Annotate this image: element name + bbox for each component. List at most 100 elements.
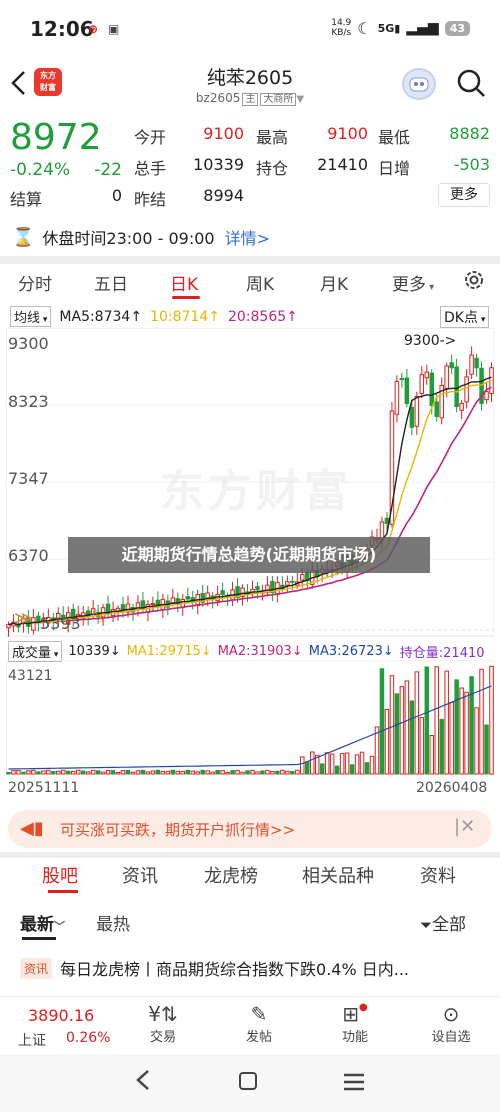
nav-functions[interactable]: ⊞● 功能 bbox=[325, 1002, 385, 1045]
vol-ma2: MA2:31903↓ bbox=[217, 644, 303, 659]
volume-bar bbox=[489, 665, 494, 775]
guba-underline bbox=[48, 890, 78, 893]
tab-weekly-k[interactable]: 周K bbox=[246, 270, 274, 295]
volume-bar bbox=[369, 755, 375, 775]
system-back-icon[interactable] bbox=[134, 1068, 152, 1096]
high-value: 9100 bbox=[327, 124, 368, 143]
close-banner-icon[interactable]: |✕ bbox=[454, 816, 475, 837]
volume-bar bbox=[70, 771, 76, 775]
volume-bar bbox=[26, 770, 31, 775]
volume-bar bbox=[275, 770, 280, 775]
volume-bar bbox=[235, 769, 240, 775]
volume-bar bbox=[56, 770, 61, 775]
volume-bar bbox=[95, 770, 101, 775]
tab-daily-k[interactable]: 日K bbox=[170, 270, 198, 295]
more-dots-icon: ⊙ bbox=[442, 1002, 460, 1026]
candle-body bbox=[399, 378, 405, 381]
double-arrow-left-icon[interactable]: ≫ bbox=[14, 608, 33, 629]
open-value: 9100 bbox=[203, 124, 244, 143]
sort-latest[interactable]: 最新﹀ bbox=[20, 910, 65, 935]
ma-indicator-row: 均线 ▾ MA5:8734↑ 10:8714↑ 20:8565↑ bbox=[10, 306, 298, 327]
volume-selector[interactable]: 成交量 ▾ bbox=[8, 641, 63, 662]
volume-bar bbox=[414, 671, 420, 775]
nav-add-watchlist[interactable]: ⊙ 设自选 bbox=[421, 1002, 481, 1045]
volume-bar bbox=[6, 771, 11, 775]
trading-hours-text: 休盘时间23:00 - 09:00 bbox=[42, 229, 215, 248]
price-axis-2: 8323 bbox=[8, 392, 49, 411]
tab-dragon-tiger[interactable]: 龙虎榜 bbox=[204, 862, 258, 888]
candle-body bbox=[434, 401, 439, 417]
volume-bar bbox=[419, 717, 425, 775]
zoom-icon[interactable]: ⤡ bbox=[92, 606, 105, 626]
trading-hours-row[interactable]: ⌛ 休盘时间23:00 - 09:00 详情> bbox=[0, 220, 500, 254]
system-home-icon[interactable] bbox=[239, 1072, 257, 1090]
volume-bar bbox=[379, 668, 385, 775]
volume-bar bbox=[195, 771, 200, 775]
volume-bar bbox=[329, 753, 335, 775]
tab-timeshare[interactable]: 分时 bbox=[18, 270, 52, 295]
tab-related[interactable]: 相关品种 bbox=[302, 862, 374, 888]
volume-bar bbox=[165, 770, 171, 775]
index-percent[interactable]: 0.26% bbox=[66, 1030, 110, 1046]
settings-gear-icon[interactable] bbox=[462, 268, 486, 296]
details-link[interactable]: 详情> bbox=[225, 225, 270, 249]
candle-body bbox=[459, 402, 464, 411]
volume-bar bbox=[120, 770, 126, 775]
nav-trade[interactable]: ¥⇅ 交易 bbox=[133, 1002, 193, 1045]
candle-body bbox=[285, 581, 290, 586]
status-time: 12:06 bbox=[30, 17, 94, 41]
hourglass-icon: ⌛ bbox=[12, 226, 35, 248]
assistant-robot-icon[interactable] bbox=[402, 68, 436, 100]
avg-line-selector[interactable]: 均线 ▾ bbox=[10, 306, 52, 327]
volume-current: 10339↓ bbox=[68, 644, 121, 659]
more-button[interactable]: 更多 bbox=[438, 183, 490, 207]
volume-bar bbox=[290, 771, 295, 775]
system-menu-icon[interactable] bbox=[344, 1073, 364, 1095]
volume-bar bbox=[230, 770, 235, 775]
sort-hot[interactable]: 最热 bbox=[96, 910, 130, 935]
grid-icon: ⊞● bbox=[342, 1002, 368, 1026]
volume-bar bbox=[46, 769, 51, 775]
position-value: 21410 bbox=[317, 155, 368, 174]
index-value[interactable]: 3890.16 bbox=[28, 1006, 94, 1025]
dk-point-button[interactable]: DK点 ▾ bbox=[440, 306, 490, 328]
vol-ma1: MA1:29715↓ bbox=[126, 644, 212, 659]
dropdown-icon: ▼ bbox=[296, 94, 305, 105]
price-axis-3: 7347 bbox=[8, 469, 49, 488]
tab-five-day[interactable]: 五日 bbox=[94, 270, 128, 295]
tab-monthly-k[interactable]: 月K bbox=[320, 270, 348, 295]
tab-guba[interactable]: 股吧 bbox=[42, 862, 78, 888]
volume-bar bbox=[100, 771, 106, 775]
overlay-title-banner: 近期期货行情总趋势(近期期货市场) bbox=[68, 537, 430, 573]
vol-ma3: MA3:26723↓ bbox=[308, 644, 394, 659]
index-name[interactable]: 上证 bbox=[18, 1030, 46, 1050]
volume-bar bbox=[285, 770, 290, 775]
volume-value: 10339 bbox=[193, 155, 244, 174]
volume-bar bbox=[469, 676, 474, 775]
volume-bar bbox=[75, 769, 81, 775]
nav-post[interactable]: ✎ 发帖 bbox=[229, 1002, 289, 1045]
volume-chart[interactable] bbox=[6, 660, 494, 776]
tab-info[interactable]: 资料 bbox=[420, 862, 456, 888]
news-item[interactable]: 资讯 每日龙虎榜丨商品期货综合指数下跌0.4% 日内... bbox=[20, 955, 490, 981]
search-icon[interactable] bbox=[456, 68, 486, 98]
tab-more[interactable]: 更多 ▾ bbox=[392, 270, 434, 295]
volume-bar bbox=[324, 752, 330, 775]
active-tab-indicator bbox=[172, 296, 200, 299]
volume-bar bbox=[384, 708, 390, 775]
tab-news[interactable]: 资讯 bbox=[122, 862, 158, 888]
volume-bar bbox=[140, 769, 146, 775]
news-headline[interactable]: 每日龙虎榜丨商品期货综合指数下跌0.4% 日内... bbox=[60, 956, 409, 980]
candle-body bbox=[484, 391, 489, 401]
contract-code: bz2605 bbox=[195, 91, 241, 105]
promo-text[interactable]: 可买涨可买跌，期货开户抓行情>> bbox=[60, 819, 295, 840]
volume-bar bbox=[449, 702, 454, 775]
candle-body bbox=[255, 586, 260, 591]
network-speed: 14.9 KB/s bbox=[331, 18, 352, 38]
watermark: 东方财富 bbox=[160, 466, 352, 517]
change-value: -22 bbox=[94, 160, 122, 180]
volume-bar bbox=[305, 761, 310, 775]
filter-all[interactable]: ⏷全部 bbox=[420, 910, 466, 935]
volume-bar bbox=[190, 770, 195, 775]
trade-icon: ¥⇅ bbox=[148, 1002, 178, 1026]
